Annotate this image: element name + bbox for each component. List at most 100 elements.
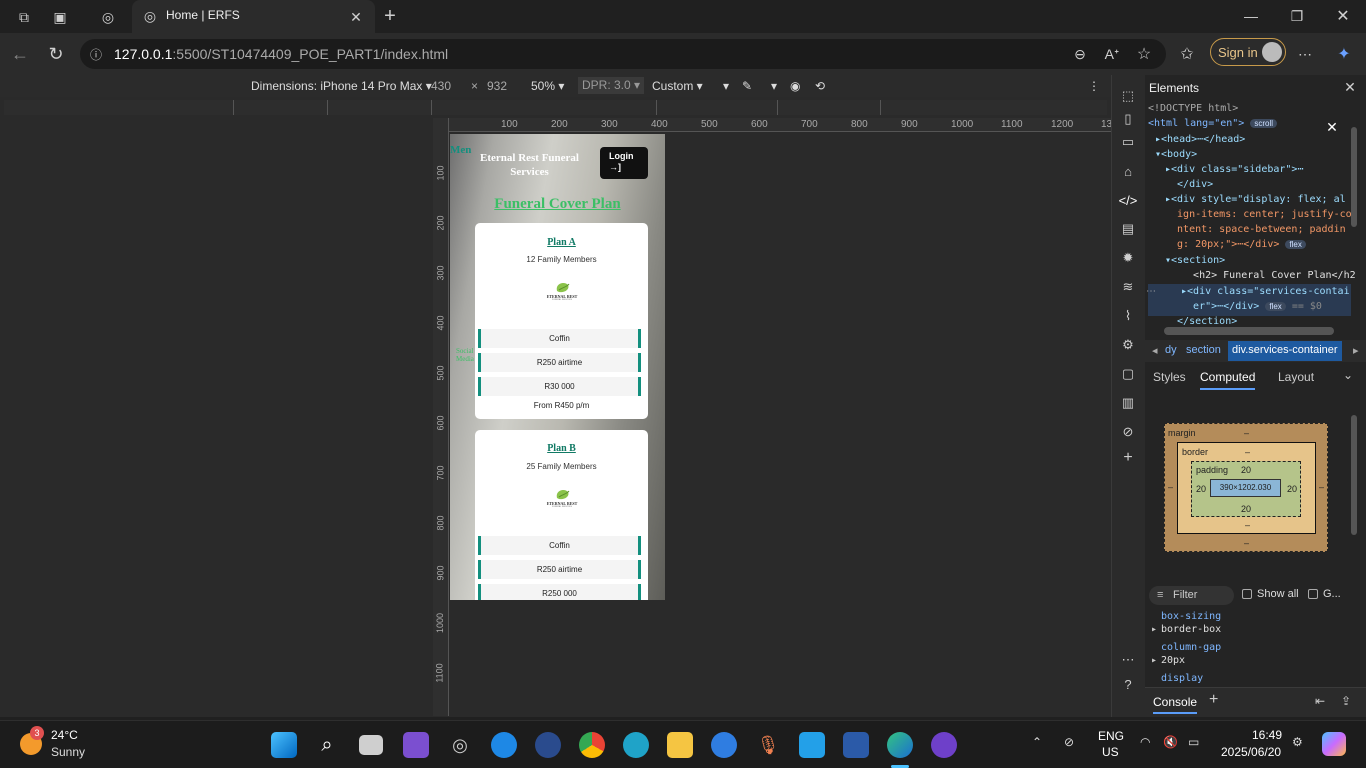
security-icon[interactable]: ⊘ bbox=[1117, 421, 1139, 443]
accessibility-tree-icon[interactable]: ✕ bbox=[1324, 119, 1340, 135]
dom-line[interactable]: ign-items: center; justify-co bbox=[1165, 209, 1352, 220]
dom-line[interactable]: <h2> Funeral Cover Plan</h2 bbox=[1175, 270, 1356, 281]
close-window-icon[interactable]: ✕ bbox=[1332, 5, 1354, 27]
weather-temp[interactable]: 24°C bbox=[51, 728, 78, 742]
dom-line[interactable]: <!DOCTYPE html> bbox=[1148, 103, 1238, 114]
application-icon[interactable]: ▢ bbox=[1117, 363, 1139, 385]
show-all-checkbox[interactable] bbox=[1242, 589, 1252, 599]
tab-actions-icon[interactable]: ▣ bbox=[48, 6, 72, 28]
box-model-padding[interactable]: padding 20 20 20 20 390×1202.030 bbox=[1191, 461, 1301, 517]
plan-title[interactable]: Plan A bbox=[475, 237, 648, 248]
zoom-icon[interactable]: ⊖ bbox=[1070, 44, 1090, 64]
dom-line[interactable]: </section> bbox=[1165, 316, 1237, 326]
github-icon[interactable] bbox=[931, 732, 957, 758]
clock-date[interactable]: 2025/06/20 bbox=[1221, 745, 1281, 759]
color-picker-icon[interactable]: ✎ bbox=[742, 79, 752, 93]
drawer-screencast-icon[interactable]: ⇪ bbox=[1341, 694, 1351, 708]
chevron-down-icon[interactable]: ⌄ bbox=[1343, 368, 1353, 382]
expand-icon[interactable]: ▸ bbox=[1151, 655, 1157, 666]
address-bar[interactable]: ⓘ 127.0.0.1:5500/ST10474409_POE_PART1/in… bbox=[80, 39, 1166, 69]
visual-studio-icon[interactable] bbox=[403, 732, 429, 758]
width-field[interactable]: 430 bbox=[431, 79, 451, 93]
search-icon[interactable]: ⌕ bbox=[314, 732, 340, 758]
box-model-margin[interactable]: margin – – – – border – – padding 20 20 … bbox=[1164, 423, 1328, 552]
device-emulation-icon[interactable]: ▯ bbox=[1117, 108, 1139, 130]
computed-scrollbar[interactable] bbox=[1351, 415, 1357, 535]
app-store-icon[interactable] bbox=[711, 732, 737, 758]
favorite-star-icon[interactable]: ☆ bbox=[1134, 44, 1154, 64]
property-name[interactable]: column-gap bbox=[1161, 642, 1221, 653]
language-top[interactable]: ENG bbox=[1098, 729, 1124, 743]
breadcrumb-back-icon[interactable]: ◂ bbox=[1152, 344, 1158, 357]
favorites-icon[interactable]: ✩ bbox=[1176, 43, 1198, 65]
close-devtools-icon[interactable]: ✕ bbox=[1342, 79, 1358, 95]
tab-home-erfs[interactable]: ◎ Home | ERFS ✕ bbox=[132, 0, 375, 33]
edge-icon[interactable] bbox=[887, 732, 913, 758]
welcome-home-icon[interactable]: ⌂ bbox=[1117, 160, 1139, 182]
copilot-preview-icon[interactable] bbox=[1322, 732, 1346, 756]
dom-line[interactable]: ▸<div class="sidebar">⋯ bbox=[1165, 164, 1303, 175]
dom-line[interactable]: g: 20px;">⋯</div> flex bbox=[1165, 239, 1306, 250]
refresh-icon[interactable]: ↻ bbox=[44, 42, 68, 66]
minimize-icon[interactable]: — bbox=[1240, 5, 1262, 27]
restore-icon[interactable]: ❐ bbox=[1286, 5, 1308, 27]
dom-line[interactable]: ▸<div class="services-contai bbox=[1175, 286, 1350, 297]
height-field[interactable]: 932 bbox=[487, 79, 507, 93]
more-tools-plus-icon[interactable]: + bbox=[1117, 447, 1139, 469]
task-view-icon[interactable] bbox=[359, 735, 383, 755]
language-bottom[interactable]: US bbox=[1102, 745, 1119, 759]
dock-icon[interactable]: ▭ bbox=[1117, 131, 1139, 153]
microphone-icon[interactable]: 🎙 bbox=[755, 732, 781, 758]
tab-computed[interactable]: Computed bbox=[1200, 370, 1256, 390]
start-windows-icon[interactable] bbox=[271, 732, 297, 758]
weather-desc[interactable]: Sunny bbox=[51, 745, 85, 759]
device-select[interactable]: Dimensions: iPhone 14 Pro Max ▾ bbox=[251, 79, 432, 93]
property-name[interactable]: display bbox=[1161, 673, 1203, 684]
dom-line[interactable]: </div> bbox=[1165, 179, 1213, 190]
login-button[interactable]: Login →] bbox=[600, 147, 648, 179]
menu-label[interactable]: Men bbox=[450, 144, 471, 156]
inspect-icon[interactable]: ⬚ bbox=[1117, 85, 1139, 107]
dom-line[interactable]: ▾<section> bbox=[1165, 255, 1225, 266]
zoom-select[interactable]: 50% ▾ bbox=[531, 79, 564, 93]
app-icon-blue[interactable] bbox=[491, 732, 517, 758]
more-menu-icon[interactable]: ⋯ bbox=[1294, 43, 1316, 65]
memory-icon[interactable]: ▥ bbox=[1117, 392, 1139, 414]
performance-icon[interactable]: ⌇ bbox=[1117, 305, 1139, 327]
media-query-bar[interactable] bbox=[4, 100, 1107, 115]
dpr-select[interactable]: DPR: 3.0 ▾ bbox=[578, 77, 645, 94]
settings-gear-icon[interactable]: ⚙ bbox=[1117, 334, 1139, 356]
app-icon-navy[interactable] bbox=[535, 732, 561, 758]
breadcrumb-forward-icon[interactable]: ▸ bbox=[1353, 344, 1359, 357]
property-name[interactable]: box-sizing bbox=[1161, 611, 1221, 622]
file-explorer-icon[interactable] bbox=[667, 732, 693, 758]
chrome-icon[interactable] bbox=[579, 732, 605, 758]
network-icon[interactable]: ≋ bbox=[1117, 276, 1139, 298]
copilot-icon[interactable]: ✦ bbox=[1332, 42, 1356, 66]
plan-title[interactable]: Plan B bbox=[475, 443, 648, 454]
expand-icon[interactable]: ▸ bbox=[1151, 624, 1157, 635]
elements-panel-title[interactable]: Elements bbox=[1149, 81, 1199, 95]
read-aloud-icon[interactable]: Aᐩ bbox=[1102, 44, 1122, 64]
box-model-content[interactable]: 390×1202.030 bbox=[1210, 479, 1281, 497]
breadcrumb-item[interactable]: section bbox=[1186, 344, 1221, 356]
vertical-scrollbar[interactable] bbox=[1351, 127, 1357, 227]
volume-muted-icon[interactable]: 🔇 bbox=[1163, 735, 1178, 749]
site-info-icon[interactable]: ⓘ bbox=[88, 46, 104, 62]
sensors-dropdown-icon[interactable]: ▾ bbox=[723, 79, 729, 93]
throttle-select[interactable]: Custom ▾ bbox=[652, 79, 703, 93]
dom-line[interactable]: ▸<div style="display: flex; al bbox=[1165, 194, 1346, 205]
eye-icon[interactable]: ◉ bbox=[790, 79, 800, 93]
github-desktop-icon[interactable]: ◎ bbox=[447, 732, 473, 758]
sign-in-button[interactable]: Sign in bbox=[1210, 38, 1286, 66]
word-icon[interactable] bbox=[843, 732, 869, 758]
elements-tool-icon[interactable]: </> bbox=[1117, 189, 1139, 211]
rotate-icon[interactable]: ⟲ bbox=[815, 79, 825, 93]
dom-line[interactable]: ▸<head>⋯</head> bbox=[1155, 134, 1245, 145]
node-actions-icon[interactable]: ⋯ bbox=[1146, 286, 1156, 297]
dropdown-icon[interactable]: ▾ bbox=[771, 79, 777, 93]
notifications-gear-icon[interactable]: ⚙ bbox=[1292, 735, 1303, 749]
filter-input[interactable]: ≡ Filter bbox=[1149, 586, 1234, 605]
undock-drawer-icon[interactable]: ⇤ bbox=[1315, 694, 1325, 708]
clock-time[interactable]: 16:49 bbox=[1252, 728, 1282, 742]
